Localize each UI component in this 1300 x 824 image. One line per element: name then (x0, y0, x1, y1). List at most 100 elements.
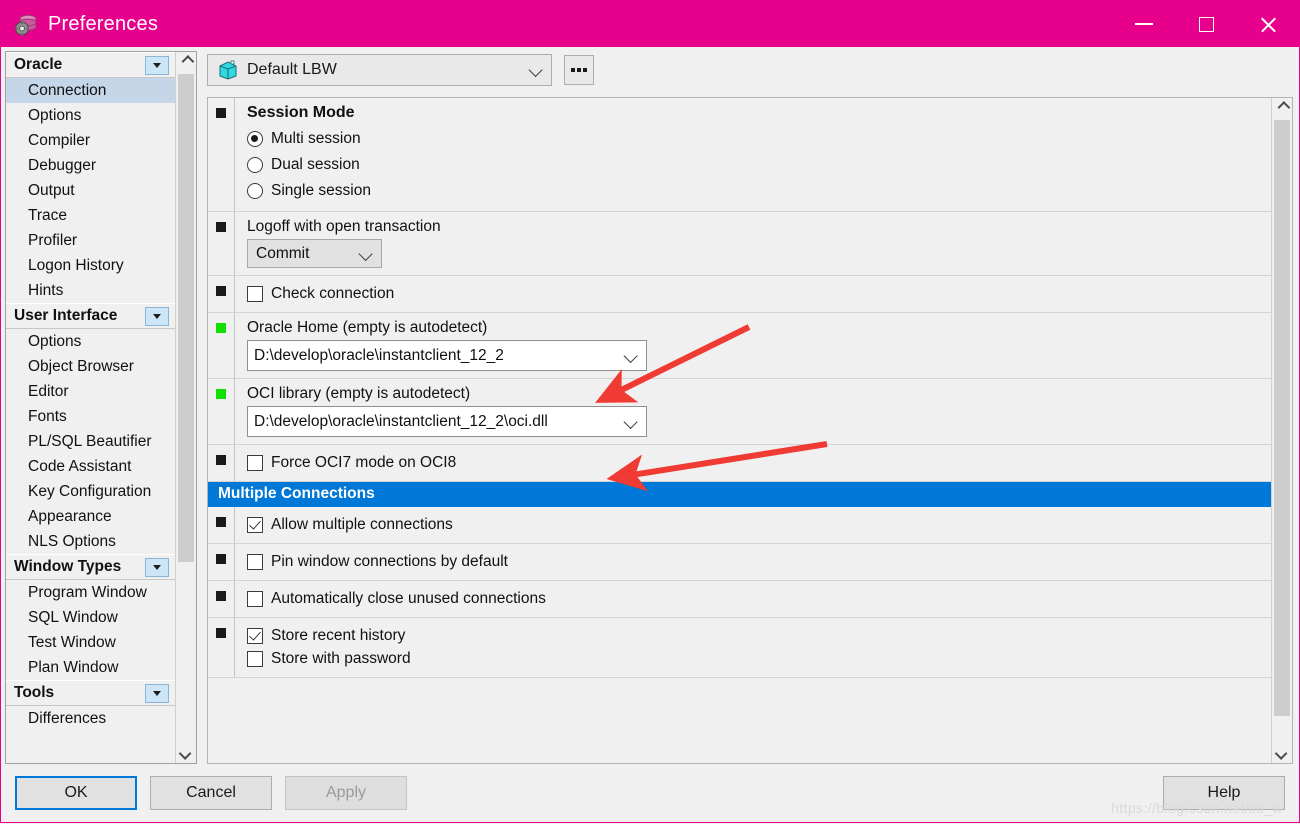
scroll-down-icon[interactable] (176, 744, 196, 763)
sidebar-item-ui-options[interactable]: Options (6, 329, 175, 354)
chevron-down-icon[interactable] (618, 417, 646, 427)
radio-dual-session[interactable]: Dual session (247, 152, 1271, 178)
chevron-down-icon[interactable] (353, 249, 381, 259)
sidebar-group-oracle[interactable]: Oracle (6, 52, 175, 78)
sidebar-item-object-browser[interactable]: Object Browser (6, 354, 175, 379)
sidebar-item-connection[interactable]: Connection (6, 78, 175, 103)
sidebar-scrollbar-thumb[interactable] (178, 74, 194, 562)
sidebar-item-profiler[interactable]: Profiler (6, 228, 175, 253)
checkbox-auto-close-unused-connections[interactable]: Automatically close unused connections (247, 587, 1271, 610)
radio-single-session[interactable]: Single session (247, 178, 1271, 204)
setting-allow-multiple-connections: Allow multiple connections (208, 507, 1271, 544)
sidebar-item-key-configuration[interactable]: Key Configuration (6, 479, 175, 504)
checkbox-icon (247, 286, 263, 302)
radio-icon (247, 157, 263, 173)
sidebar-item-editor[interactable]: Editor (6, 379, 175, 404)
sidebar-item-appearance[interactable]: Appearance (6, 504, 175, 529)
sidebar-item-compiler[interactable]: Compiler (6, 128, 175, 153)
scroll-up-icon[interactable] (176, 52, 196, 71)
sidebar-group-tools[interactable]: Tools (6, 680, 175, 706)
chevron-down-icon[interactable] (145, 684, 169, 703)
cancel-button[interactable]: Cancel (150, 776, 272, 810)
section-header-multiple-connections: Multiple Connections (208, 482, 1271, 507)
sidebar-item-program-window[interactable]: Program Window (6, 580, 175, 605)
checkbox-store-recent-history[interactable]: Store recent history (247, 624, 1271, 647)
sidebar: Oracle Connection Options Compiler Debug… (5, 51, 197, 764)
sidebar-item-nls-options[interactable]: NLS Options (6, 529, 175, 554)
sidebar-item-debugger[interactable]: Debugger (6, 153, 175, 178)
minimize-icon (1135, 23, 1153, 25)
close-button[interactable] (1237, 1, 1299, 47)
close-icon (1259, 15, 1278, 34)
scroll-down-icon[interactable] (1272, 744, 1292, 763)
checkbox-check-connection[interactable]: Check connection (247, 282, 1271, 305)
sidebar-item-output[interactable]: Output (6, 178, 175, 203)
dialog-footer: OK Cancel Apply Help https://blog.csdn.n… (1, 764, 1299, 822)
sidebar-item-fonts[interactable]: Fonts (6, 404, 175, 429)
setting-logoff-open-transaction: Logoff with open transaction Commit (208, 212, 1271, 276)
sidebar-item-logon-history[interactable]: Logon History (6, 253, 175, 278)
sidebar-scrollbar[interactable] (175, 52, 196, 763)
marker-col (208, 544, 234, 580)
settings-scrollbar[interactable] (1271, 98, 1292, 763)
chevron-down-icon[interactable] (145, 307, 169, 326)
sidebar-item-test-window[interactable]: Test Window (6, 630, 175, 655)
chevron-down-icon[interactable] (145, 56, 169, 75)
checkbox-store-with-password[interactable]: Store with password (247, 647, 1271, 670)
sidebar-group-window-types[interactable]: Window Types (6, 554, 175, 580)
checkbox-force-oci7[interactable]: Force OCI7 mode on OCI8 (247, 451, 1271, 474)
help-button[interactable]: Help (1163, 776, 1285, 810)
setting-check-connection: Check connection (208, 276, 1271, 313)
sidebar-group-label: Tools (14, 684, 145, 702)
preference-set-combobox[interactable]: Default LBW (207, 54, 552, 86)
maximize-icon (1199, 17, 1214, 32)
unchanged-marker-icon (216, 554, 226, 564)
sidebar-group-user-interface[interactable]: User Interface (6, 303, 175, 329)
checkbox-label: Pin window connections by default (271, 553, 508, 571)
sidebar-item-differences[interactable]: Differences (6, 706, 175, 731)
modified-marker-icon (216, 389, 226, 399)
oci-library-combobox[interactable]: D:\develop\oracle\instantclient_12_2\oci… (247, 406, 647, 437)
logoff-combobox[interactable]: Commit (247, 239, 382, 268)
sidebar-item-options[interactable]: Options (6, 103, 175, 128)
window-title: Preferences (48, 13, 158, 36)
sidebar-item-sql-window[interactable]: SQL Window (6, 605, 175, 630)
unchanged-marker-icon (216, 222, 226, 232)
scroll-up-icon[interactable] (1272, 98, 1292, 117)
setting-force-oci7: Force OCI7 mode on OCI8 (208, 445, 1271, 482)
radio-label: Dual session (271, 156, 360, 174)
checkbox-label: Force OCI7 mode on OCI8 (271, 454, 456, 472)
setting-session-mode: Session Mode Multi session Dual session (208, 98, 1271, 212)
browse-preference-sets-button[interactable] (564, 55, 594, 85)
preference-set-icon (217, 60, 239, 80)
minimize-button[interactable] (1113, 1, 1175, 47)
radio-icon (247, 183, 263, 199)
sidebar-item-plsql-beautifier[interactable]: PL/SQL Beautifier (6, 429, 175, 454)
checkbox-pin-window-connections[interactable]: Pin window connections by default (247, 550, 1271, 573)
modified-marker-icon (216, 323, 226, 333)
radio-multi-session[interactable]: Multi session (247, 126, 1271, 152)
sidebar-group-label: Oracle (14, 56, 145, 74)
sidebar-item-plan-window[interactable]: Plan Window (6, 655, 175, 680)
setting-oci-library: OCI library (empty is autodetect) D:\dev… (208, 379, 1271, 445)
marker-col (208, 618, 234, 677)
setting-store-recent-history: Store recent history Store with password (208, 618, 1271, 678)
checkbox-label: Store recent history (271, 627, 405, 645)
unchanged-marker-icon (216, 455, 226, 465)
title-bar: Preferences (1, 1, 1299, 47)
ok-button[interactable]: OK (15, 776, 137, 810)
unchanged-marker-icon (216, 628, 226, 638)
sidebar-item-trace[interactable]: Trace (6, 203, 175, 228)
settings-scrollbar-thumb[interactable] (1274, 120, 1290, 716)
maximize-button[interactable] (1175, 1, 1237, 47)
marker-col (208, 507, 234, 543)
chevron-down-icon[interactable] (145, 558, 169, 577)
chevron-down-icon[interactable] (523, 65, 551, 75)
sidebar-item-hints[interactable]: Hints (6, 278, 175, 303)
checkbox-allow-multiple-connections[interactable]: Allow multiple connections (247, 513, 1271, 536)
chevron-down-icon[interactable] (618, 351, 646, 361)
sidebar-item-code-assistant[interactable]: Code Assistant (6, 454, 175, 479)
unchanged-marker-icon (216, 286, 226, 296)
radio-icon-selected (247, 131, 263, 147)
oracle-home-combobox[interactable]: D:\develop\oracle\instantclient_12_2 (247, 340, 647, 371)
